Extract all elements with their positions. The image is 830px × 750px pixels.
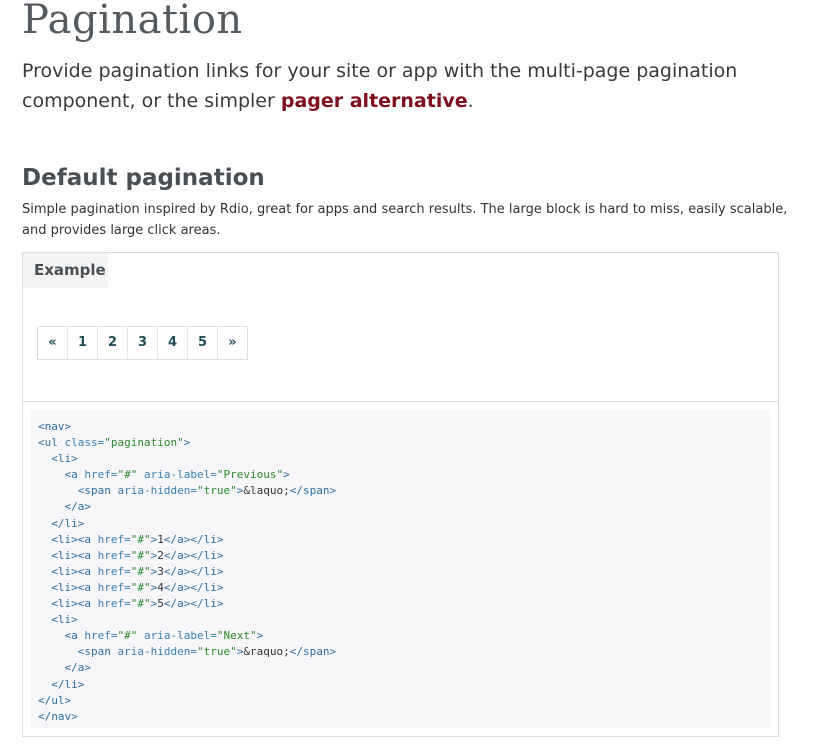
pagination-page-3[interactable]: 3 <box>127 327 157 359</box>
pagination-page-5[interactable]: 5 <box>187 327 217 359</box>
pagination-page-4[interactable]: 4 <box>157 327 187 359</box>
code-line: <span aria-hidden="true">&laquo;</span> <box>77 484 337 498</box>
code-line: <li><a href="#">4</a></li> <box>51 580 224 594</box>
code-block: <nav> <ul class="pagination"> <li> <a hr… <box>31 410 770 728</box>
section-title: Default pagination <box>22 165 265 191</box>
pagination-item: 3 <box>127 327 157 359</box>
lead-paragraph: Provide pagination links for your site o… <box>22 56 812 116</box>
example-box: Example « 1 2 3 4 5 » <box>22 252 779 402</box>
code-line: <li><a href="#">2</a></li> <box>51 548 224 562</box>
code-line: <li> <box>51 452 78 466</box>
pagination-item: 2 <box>97 327 127 359</box>
code-line: <li> <box>51 613 78 627</box>
code-box: <nav> <ul class="pagination"> <li> <a hr… <box>22 401 779 737</box>
pagination-item: 5 <box>187 327 217 359</box>
code-listing: <nav> <ul class="pagination"> <li> <a hr… <box>31 410 770 725</box>
code-line: <li><a href="#">5</a></li> <box>51 597 224 611</box>
code-line: </ul> <box>38 693 72 707</box>
code-line: </li> <box>51 516 85 530</box>
code-line: <li><a href="#">3</a></li> <box>51 564 224 578</box>
pager-alternative-link[interactable]: pager alternative <box>281 90 468 112</box>
pagination-next-button[interactable]: » <box>217 327 247 359</box>
code-line: <a href="#" aria-label="Next"> <box>64 629 264 643</box>
code-line: <ul class="pagination"> <box>38 436 191 450</box>
code-line: <a href="#" aria-label="Previous"> <box>64 468 290 482</box>
pagination: « 1 2 3 4 5 » <box>37 326 248 360</box>
pagination-page-1[interactable]: 1 <box>67 327 97 359</box>
pagination-page-2[interactable]: 2 <box>97 327 127 359</box>
code-line: <span aria-hidden="true">&raquo;</span> <box>77 645 337 659</box>
pagination-item: 1 <box>67 327 97 359</box>
code-line: </nav> <box>38 709 78 723</box>
page-title: Pagination <box>22 0 243 43</box>
example-label: Example <box>23 253 108 288</box>
code-line: <nav> <box>38 420 72 433</box>
example-label-text: Example <box>34 261 106 279</box>
section-description: Simple pagination inspired by Rdio, grea… <box>22 202 788 238</box>
code-line: </a> <box>64 500 92 514</box>
pagination-item: 4 <box>157 327 187 359</box>
code-line: </li> <box>51 677 85 691</box>
lead-period: . <box>467 90 474 112</box>
pagination-item-previous: « <box>38 327 67 359</box>
pagination-previous-button[interactable]: « <box>38 327 67 359</box>
code-line: </a> <box>64 661 92 675</box>
code-line: <li><a href="#">1</a></li> <box>51 532 224 546</box>
pagination-item-next: » <box>217 327 247 359</box>
